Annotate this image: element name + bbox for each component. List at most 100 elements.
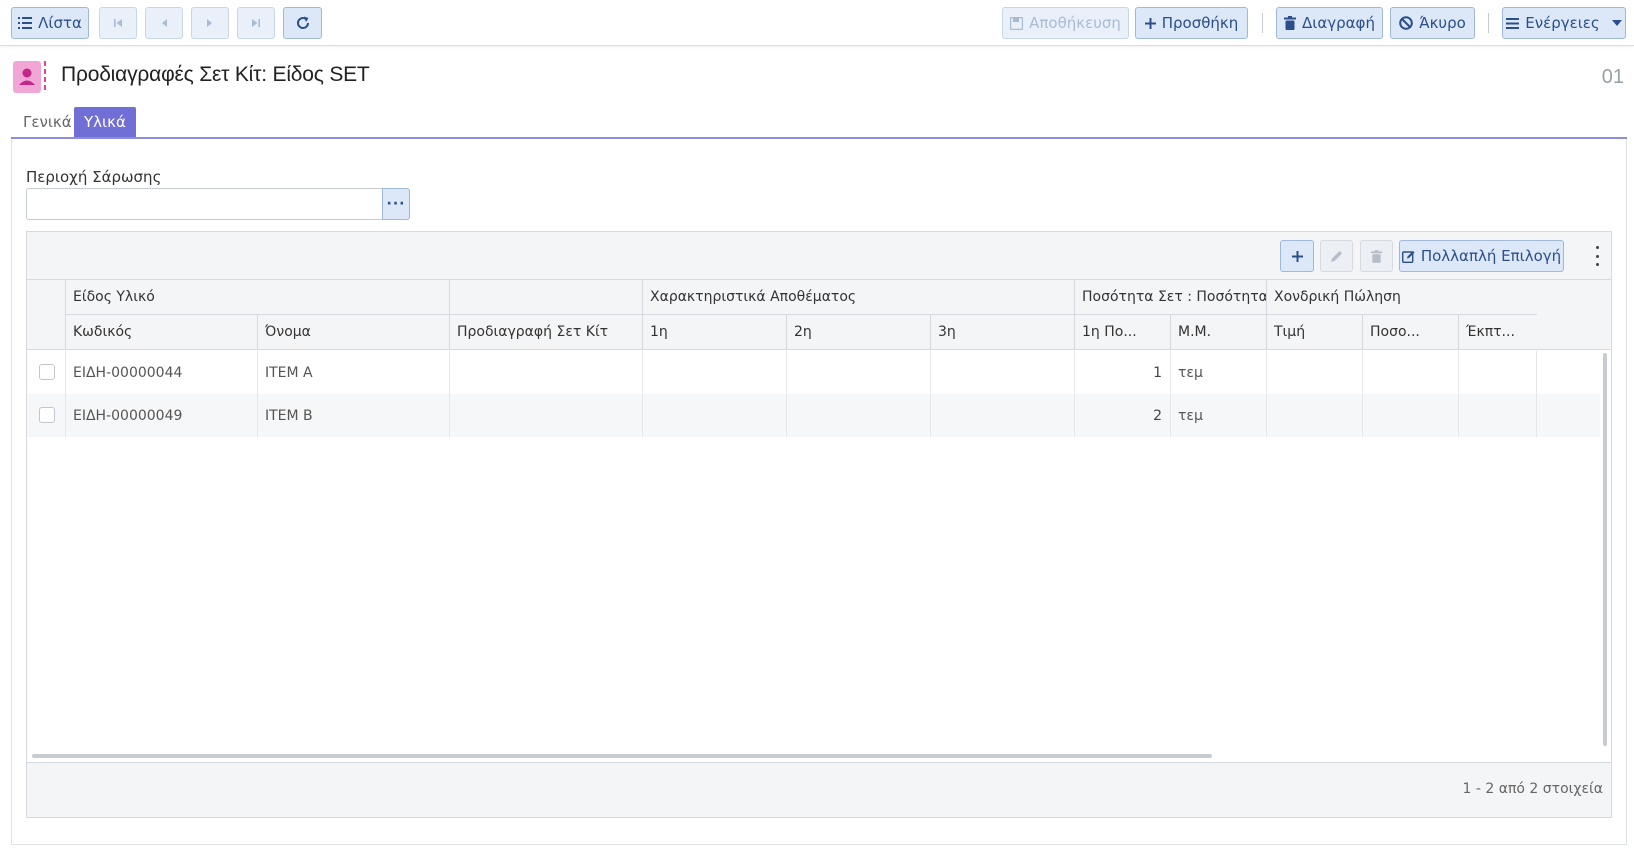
table-row[interactable]: ΕΙΔΗ-00000044 ITEM A 1 τεμ: [27, 351, 1600, 394]
cell-first: [643, 351, 787, 394]
actions-button-label: Ενέργειες: [1525, 14, 1600, 32]
first-record-button[interactable]: [99, 7, 137, 39]
grid-toolbar: Πολλαπλή Επιλογή: [27, 232, 1611, 280]
last-icon: [252, 19, 260, 27]
group-header-stock-characteristics: Χαρακτηριστικά Αποθέματος: [643, 280, 1075, 315]
trash-icon: [1284, 16, 1297, 30]
previous-icon: [162, 19, 167, 27]
column-header-price[interactable]: Τιμή: [1267, 315, 1363, 350]
cell-code: ΕΙΔΗ-00000049: [66, 394, 258, 437]
cell-discount: [1459, 351, 1537, 394]
group-header-empty: [450, 280, 643, 315]
cancel-button[interactable]: Άκυρο: [1390, 7, 1475, 39]
cell-name: ITEM B: [258, 394, 450, 437]
previous-record-button[interactable]: [145, 7, 183, 39]
column-header-unit[interactable]: Μ.Μ.: [1171, 315, 1267, 350]
cell-third: [931, 351, 1075, 394]
horizontal-scrollbar[interactable]: [32, 754, 1212, 758]
grid-edit-button[interactable]: [1320, 240, 1353, 272]
column-header-name[interactable]: Όνομα: [258, 315, 450, 350]
column-header-first-qty[interactable]: 1η Πο...: [1075, 315, 1171, 350]
menu-icon: [1506, 17, 1520, 29]
column-header-first[interactable]: 1η: [643, 315, 787, 350]
next-icon: [207, 19, 212, 27]
save-icon: [1010, 16, 1024, 30]
group-header-material-item: Είδος Υλικό: [66, 280, 450, 315]
first-icon: [114, 19, 122, 27]
cell-qty: 1: [1075, 351, 1171, 394]
pager-info: 1 - 2 από 2 στοιχεία: [1462, 781, 1603, 797]
cell-unit: τεμ: [1171, 351, 1267, 394]
column-header-kit-spec[interactable]: Προδιαγραφή Σετ Κίτ: [450, 315, 643, 350]
add-button-label: Προσθήκη: [1161, 14, 1239, 32]
list-button-label: Λίστα: [38, 14, 82, 32]
trash-icon: [1371, 249, 1382, 263]
plus-icon: [1291, 250, 1303, 262]
cell-qty: 2: [1075, 394, 1171, 437]
cell-first: [643, 394, 787, 437]
materials-grid: Πολλαπλή Επιλογή Είδος Υλικό Χαρακτηριστ…: [26, 231, 1612, 818]
add-button[interactable]: Προσθήκη: [1135, 7, 1248, 39]
record-number: 01: [1601, 66, 1624, 88]
cell-discount: [1459, 394, 1537, 437]
vertical-scrollbar[interactable]: [1603, 353, 1607, 746]
cancel-button-label: Άκυρο: [1419, 14, 1466, 32]
multi-select-button[interactable]: Πολλαπλή Επιλογή: [1399, 240, 1564, 272]
next-record-button[interactable]: [191, 7, 229, 39]
select-cell: [27, 351, 66, 394]
cell-percent: [1363, 394, 1459, 437]
column-header-second[interactable]: 2η: [787, 315, 931, 350]
save-button-label: Αποθήκευση: [1029, 14, 1121, 32]
grid-more-options-icon[interactable]: [1595, 246, 1599, 266]
pencil-icon: [1331, 250, 1342, 262]
column-header-discount[interactable]: Έκπτ...: [1459, 315, 1537, 350]
cell-third: [931, 394, 1075, 437]
select-column-header: [27, 280, 66, 350]
ban-icon: [1399, 16, 1414, 30]
header-filler: [1537, 280, 1611, 350]
grid-add-button[interactable]: [1280, 240, 1314, 272]
cell-price: [1267, 351, 1363, 394]
cell-name: ITEM A: [258, 351, 450, 394]
column-header-percent[interactable]: Ποσο...: [1363, 315, 1459, 350]
last-record-button[interactable]: [237, 7, 275, 39]
group-header-set-quantity: Ποσότητα Σετ : Ποσότητα ...: [1075, 280, 1267, 315]
refresh-icon: [296, 16, 309, 29]
cell-price: [1267, 394, 1363, 437]
refresh-button[interactable]: [283, 7, 322, 39]
tab-general[interactable]: Γενικά: [13, 107, 82, 137]
cell-kit-spec: [450, 351, 643, 394]
page-title: Προδιαγραφές Σετ Κίτ: Είδος SET: [61, 63, 370, 86]
group-header-retail-sale: Χονδρική Πώληση: [1267, 280, 1537, 315]
grid-footer: 1 - 2 από 2 στοιχεία: [27, 762, 1611, 817]
table-row[interactable]: ΕΙΔΗ-00000049 ITEM B 2 τεμ: [27, 394, 1600, 437]
cell-percent: [1363, 351, 1459, 394]
user-icon: [13, 61, 41, 93]
cell-second: [787, 351, 931, 394]
plus-icon: [1144, 17, 1156, 29]
save-button[interactable]: Αποθήκευση: [1002, 7, 1129, 39]
cell-code: ΕΙΔΗ-00000044: [66, 351, 258, 394]
scan-lookup-button[interactable]: ···: [382, 188, 410, 220]
toolbar-divider: [1488, 13, 1489, 33]
grid-delete-button[interactable]: [1360, 240, 1393, 272]
actions-dropdown-button[interactable]: Ενέργειες: [1502, 7, 1626, 39]
tab-materials[interactable]: Υλικά: [74, 107, 136, 137]
list-button[interactable]: Λίστα: [11, 7, 89, 39]
delete-button-label: Διαγραφή: [1302, 14, 1375, 32]
caret-down-icon: [1611, 20, 1622, 26]
cell-unit: τεμ: [1171, 394, 1267, 437]
icon-accent-line: [44, 61, 46, 93]
main-toolbar: Λίστα Αποθήκευση Προσθήκη Διαγραφή Άκυρο…: [0, 0, 1634, 46]
column-header-code[interactable]: Κωδικός: [66, 315, 258, 350]
list-icon: [18, 17, 33, 29]
column-header-third[interactable]: 3η: [931, 315, 1075, 350]
cell-kit-spec: [450, 394, 643, 437]
multi-select-label: Πολλαπλή Επιλογή: [1420, 247, 1562, 265]
select-cell: [27, 394, 66, 437]
cell-second: [787, 394, 931, 437]
scan-area-input[interactable]: [26, 188, 383, 220]
edit-icon: [1401, 250, 1415, 263]
delete-button[interactable]: Διαγραφή: [1276, 7, 1383, 39]
scan-area-label: Περιοχή Σάρωσης: [26, 168, 162, 186]
